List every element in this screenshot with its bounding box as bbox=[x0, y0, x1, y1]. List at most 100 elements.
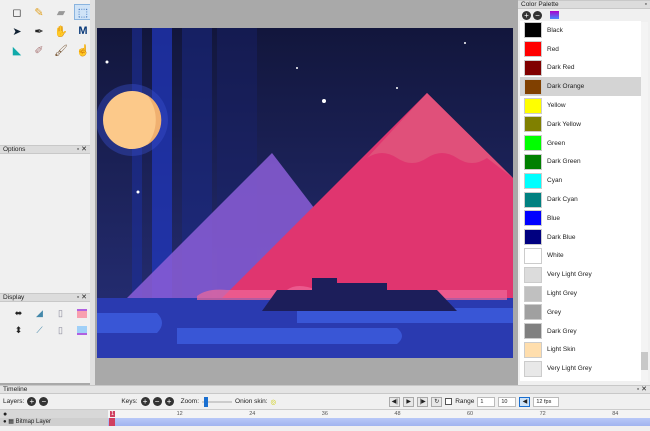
panel-controls[interactable]: ▫ bbox=[645, 1, 647, 9]
bucket-icon[interactable]: ◣ bbox=[8, 42, 26, 58]
color-swatch-item[interactable]: Grey bbox=[520, 303, 641, 322]
frame-ruler[interactable]: 112243648607284 bbox=[108, 410, 650, 418]
color-swatch bbox=[524, 22, 542, 38]
range-label: Range bbox=[455, 398, 474, 405]
timeline-title: Timeline bbox=[3, 386, 27, 393]
clear-icon[interactable]: ◻ bbox=[8, 4, 26, 20]
ruler-tick-label: 60 bbox=[467, 411, 473, 417]
color-swatch-item[interactable]: White bbox=[520, 247, 641, 266]
color-swatch bbox=[524, 154, 542, 170]
flip-horizontal-icon[interactable]: ⬌ bbox=[8, 307, 29, 319]
color-swatch-item[interactable]: Very Light Grey bbox=[520, 359, 641, 378]
remove-color-button[interactable]: − bbox=[533, 11, 542, 20]
add-key-button[interactable]: + bbox=[141, 397, 150, 406]
color-swatch-item[interactable]: Dark Cyan bbox=[520, 190, 641, 209]
add-layer-button[interactable]: + bbox=[27, 397, 36, 406]
ruler-tick-label: 24 bbox=[249, 411, 255, 417]
layer-frames[interactable] bbox=[108, 418, 650, 426]
ruler-tick-label: 36 bbox=[322, 411, 328, 417]
loop-button[interactable]: ↻ bbox=[431, 397, 442, 407]
panel-controls[interactable]: ▫ ✕ bbox=[637, 386, 647, 394]
panel-controls[interactable]: ▫ ✕ bbox=[77, 146, 87, 154]
brush-icon[interactable]: 🖌 bbox=[52, 42, 70, 58]
color-name: White bbox=[547, 252, 564, 259]
add-color-button[interactable]: + bbox=[522, 11, 531, 20]
tools-panel: ◻ ✎ ▰ ⬚ ➤ ✒ ✋ M ◣ ✐ 🖌 ☝ bbox=[0, 0, 90, 145]
color-name: Light Skin bbox=[547, 346, 576, 353]
pen-icon[interactable]: ✒ bbox=[30, 23, 48, 39]
color-name: Dark Green bbox=[547, 158, 581, 165]
outline-icon[interactable]: ⟋ bbox=[29, 324, 50, 336]
drawing-canvas[interactable] bbox=[97, 28, 513, 358]
remove-layer-button[interactable]: − bbox=[39, 397, 48, 406]
zoom-slider[interactable] bbox=[202, 401, 232, 403]
splitter[interactable] bbox=[90, 0, 95, 385]
onion-prev-icon[interactable]: ▯ bbox=[50, 307, 71, 319]
flip-vertical-icon[interactable]: ⬍ bbox=[8, 324, 29, 336]
color-swatch-item[interactable]: Dark Grey bbox=[520, 322, 641, 341]
ruler-tick-label: 12 bbox=[177, 411, 183, 417]
color-swatch-item[interactable]: Red bbox=[520, 40, 641, 59]
color-swatch bbox=[524, 248, 542, 264]
color-swatch bbox=[524, 229, 542, 245]
sound-button[interactable]: ◀ bbox=[519, 397, 530, 407]
pointer-icon[interactable]: ➤ bbox=[8, 23, 26, 39]
color-swatch-item[interactable]: Dark Green bbox=[520, 153, 641, 172]
onion-skin-icon[interactable]: ◎ bbox=[271, 398, 277, 406]
layer-header: ● bbox=[0, 410, 108, 418]
color-swatch-item[interactable]: Yellow bbox=[520, 96, 641, 115]
color-name: Dark Cyan bbox=[547, 196, 578, 203]
pencil-icon[interactable]: ✎ bbox=[30, 4, 48, 20]
next-frame-button[interactable]: |▶ bbox=[417, 397, 428, 407]
layer-name: Bitmap Layer bbox=[16, 419, 51, 425]
play-button[interactable]: ▶ bbox=[403, 397, 414, 407]
color-swatch-item[interactable]: Blue bbox=[520, 209, 641, 228]
color-swatch-item[interactable]: Cyan bbox=[520, 171, 641, 190]
onion-skin-label: Onion skin: bbox=[235, 398, 268, 405]
ruler-tick-label: 84 bbox=[612, 411, 618, 417]
color-swatch-item[interactable]: Light Grey bbox=[520, 284, 641, 303]
palette-title: Color Palette bbox=[521, 1, 559, 8]
color-swatch bbox=[524, 361, 542, 377]
color-name: Yellow bbox=[547, 102, 566, 109]
fps-input[interactable]: 12 fps bbox=[533, 397, 559, 407]
palette-view-icon[interactable] bbox=[550, 11, 559, 19]
color-swatch-item[interactable]: Dark Blue bbox=[520, 228, 641, 247]
color-name: Dark Grey bbox=[547, 328, 577, 335]
color-swatch-item[interactable]: Light Skin bbox=[520, 341, 641, 360]
color-swatch-item[interactable]: Green bbox=[520, 134, 641, 153]
eraser-icon[interactable]: ▰ bbox=[52, 4, 70, 20]
options-title: Options bbox=[3, 146, 25, 153]
remove-key-button[interactable]: − bbox=[153, 397, 162, 406]
layers-label: Layers: bbox=[3, 398, 24, 405]
onion-blue-icon[interactable] bbox=[71, 324, 92, 336]
color-swatch bbox=[524, 79, 542, 95]
onion-red-icon[interactable] bbox=[71, 307, 92, 319]
panel-controls[interactable]: ▫ ✕ bbox=[77, 294, 87, 302]
palette-scrollbar[interactable] bbox=[641, 22, 648, 382]
color-swatch-item[interactable]: Dark Orange bbox=[520, 77, 641, 96]
layer-row[interactable]: ● ▦ Bitmap Layer bbox=[0, 418, 108, 426]
color-list: BlackRed Dark Red Dark Orange Yellow Dark Ye… bbox=[520, 21, 641, 381]
eyedropper-icon[interactable]: ✐ bbox=[30, 42, 48, 58]
color-name: Dark Red bbox=[547, 64, 574, 71]
options-panel: Options ▫ ✕ bbox=[0, 145, 90, 293]
color-swatch bbox=[524, 98, 542, 114]
prev-frame-button[interactable]: ◀| bbox=[389, 397, 400, 407]
onion-next-icon[interactable]: ▯ bbox=[50, 324, 71, 336]
color-name: Cyan bbox=[547, 177, 562, 184]
color-swatch-item[interactable]: Dark Yellow bbox=[520, 115, 641, 134]
duplicate-key-button[interactable]: + bbox=[165, 397, 174, 406]
color-swatch-item[interactable]: Dark Red bbox=[520, 59, 641, 78]
hand-icon[interactable]: ✋ bbox=[52, 23, 70, 39]
color-swatch bbox=[524, 41, 542, 57]
range-checkbox[interactable] bbox=[445, 398, 452, 405]
ruler-tick-label: 1 bbox=[110, 411, 115, 417]
color-name: Dark Blue bbox=[547, 234, 576, 241]
overlay-icon[interactable]: ◢ bbox=[29, 307, 50, 319]
range-start-input[interactable]: 1 bbox=[477, 397, 495, 407]
display-panel: Display▫ ✕ ⬌ ◢ ▯ ⬍ ⟋ ▯ bbox=[0, 293, 90, 383]
range-end-input[interactable]: 10 bbox=[498, 397, 516, 407]
color-swatch-item[interactable]: Very Light Grey bbox=[520, 265, 641, 284]
color-swatch-item[interactable]: Black bbox=[520, 21, 641, 40]
